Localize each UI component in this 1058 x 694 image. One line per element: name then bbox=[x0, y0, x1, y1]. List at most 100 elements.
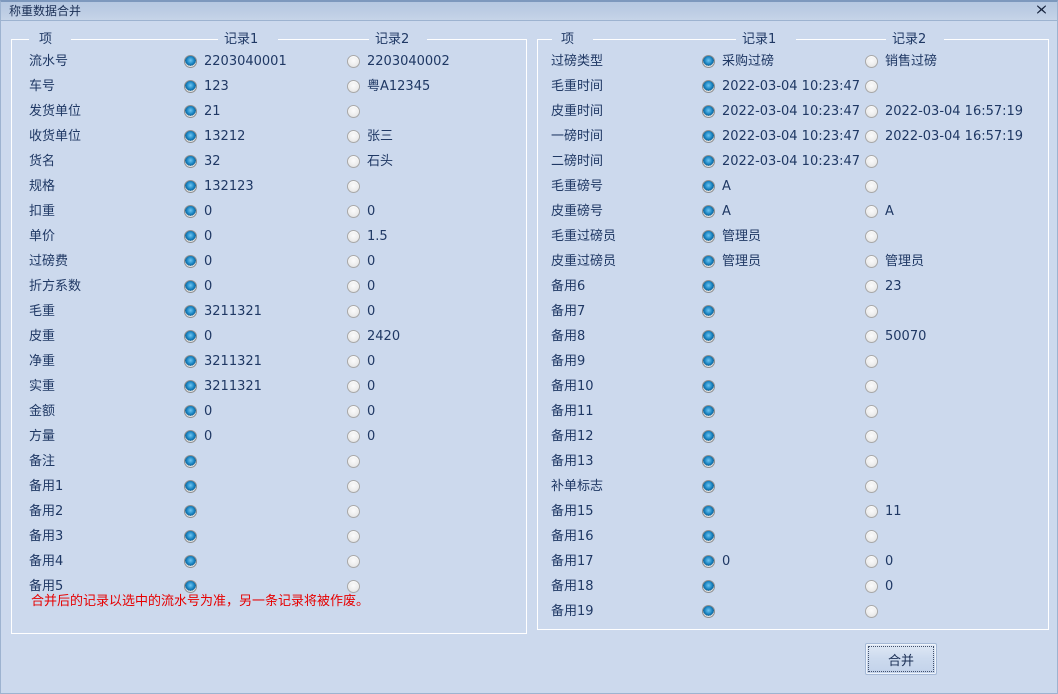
radio-button-record1[interactable] bbox=[184, 455, 197, 468]
radio-button-record1[interactable] bbox=[702, 480, 715, 493]
radio-button-record1[interactable] bbox=[184, 530, 197, 543]
radio-button-record2[interactable] bbox=[865, 405, 878, 418]
radio-button-record2[interactable] bbox=[347, 155, 360, 168]
radio-button-record2[interactable] bbox=[347, 80, 360, 93]
radio-button-record2[interactable] bbox=[347, 380, 360, 393]
radio-button-record1[interactable] bbox=[702, 255, 715, 268]
radio-button-record2[interactable] bbox=[347, 130, 360, 143]
radio-button-record1[interactable] bbox=[184, 155, 197, 168]
radio-button-record2[interactable] bbox=[865, 580, 878, 593]
radio-button-record1[interactable] bbox=[184, 230, 197, 243]
cell-value: 21 bbox=[204, 104, 221, 119]
radio-button-record2[interactable] bbox=[347, 230, 360, 243]
radio-button-record1[interactable] bbox=[184, 130, 197, 143]
radio-button-record1[interactable] bbox=[184, 55, 197, 68]
radio-button-record1[interactable] bbox=[184, 430, 197, 443]
radio-button-record1[interactable] bbox=[184, 280, 197, 293]
radio-button-record2[interactable] bbox=[865, 355, 878, 368]
radio-button-record2[interactable] bbox=[347, 305, 360, 318]
radio-button-record1[interactable] bbox=[184, 105, 197, 118]
radio-button-record2[interactable] bbox=[347, 405, 360, 418]
radio-button-record2[interactable] bbox=[865, 80, 878, 93]
radio-button-record1[interactable] bbox=[702, 155, 715, 168]
radio-button-record2[interactable] bbox=[865, 480, 878, 493]
radio-button-record1[interactable] bbox=[702, 430, 715, 443]
radio-button-record2[interactable] bbox=[865, 255, 878, 268]
radio-button-record2[interactable] bbox=[347, 105, 360, 118]
radio-button-record1[interactable] bbox=[702, 555, 715, 568]
record-cell-1 bbox=[702, 449, 722, 474]
radio-button-record2[interactable] bbox=[865, 105, 878, 118]
table-row: 备用2 bbox=[11, 499, 527, 524]
radio-button-record2[interactable] bbox=[347, 480, 360, 493]
radio-button-record2[interactable] bbox=[347, 555, 360, 568]
radio-button-record1[interactable] bbox=[702, 380, 715, 393]
radio-button-record2[interactable] bbox=[865, 305, 878, 318]
radio-button-record2[interactable] bbox=[865, 430, 878, 443]
radio-button-record1[interactable] bbox=[702, 80, 715, 93]
close-icon[interactable] bbox=[1033, 4, 1049, 19]
radio-button-record1[interactable] bbox=[702, 455, 715, 468]
radio-button-record2[interactable] bbox=[347, 205, 360, 218]
radio-button-record2[interactable] bbox=[347, 530, 360, 543]
radio-button-record1[interactable] bbox=[184, 305, 197, 318]
radio-button-record1[interactable] bbox=[184, 405, 197, 418]
radio-button-record1[interactable] bbox=[184, 580, 197, 593]
record-cell-1: 0 bbox=[184, 224, 212, 249]
radio-button-record1[interactable] bbox=[184, 380, 197, 393]
radio-button-record1[interactable] bbox=[702, 280, 715, 293]
radio-button-record2[interactable] bbox=[865, 130, 878, 143]
radio-button-record1[interactable] bbox=[184, 555, 197, 568]
radio-button-record1[interactable] bbox=[702, 305, 715, 318]
radio-button-record1[interactable] bbox=[702, 55, 715, 68]
radio-button-record1[interactable] bbox=[702, 105, 715, 118]
merge-button[interactable]: 合并 bbox=[865, 643, 937, 675]
record-cell-1: 3211321 bbox=[184, 349, 262, 374]
radio-button-record1[interactable] bbox=[702, 505, 715, 518]
radio-button-record2[interactable] bbox=[865, 230, 878, 243]
radio-button-record2[interactable] bbox=[865, 330, 878, 343]
record-cell-1: 132123 bbox=[184, 174, 254, 199]
radio-button-record1[interactable] bbox=[702, 530, 715, 543]
radio-button-record1[interactable] bbox=[184, 480, 197, 493]
radio-button-record2[interactable] bbox=[347, 255, 360, 268]
radio-button-record2[interactable] bbox=[865, 555, 878, 568]
radio-button-record2[interactable] bbox=[865, 155, 878, 168]
radio-button-record2[interactable] bbox=[865, 605, 878, 618]
radio-button-record2[interactable] bbox=[347, 580, 360, 593]
radio-button-record1[interactable] bbox=[184, 180, 197, 193]
radio-button-record1[interactable] bbox=[184, 80, 197, 93]
radio-button-record1[interactable] bbox=[702, 330, 715, 343]
radio-button-record2[interactable] bbox=[865, 455, 878, 468]
radio-button-record2[interactable] bbox=[347, 180, 360, 193]
radio-button-record1[interactable] bbox=[702, 130, 715, 143]
radio-button-record1[interactable] bbox=[184, 355, 197, 368]
radio-button-record2[interactable] bbox=[347, 280, 360, 293]
radio-button-record2[interactable] bbox=[865, 180, 878, 193]
radio-button-record2[interactable] bbox=[865, 205, 878, 218]
radio-button-record2[interactable] bbox=[865, 505, 878, 518]
record-cell-2: 0 bbox=[347, 274, 375, 299]
radio-button-record1[interactable] bbox=[184, 205, 197, 218]
radio-button-record2[interactable] bbox=[347, 355, 360, 368]
radio-button-record2[interactable] bbox=[865, 530, 878, 543]
radio-button-record1[interactable] bbox=[702, 230, 715, 243]
radio-button-record1[interactable] bbox=[702, 205, 715, 218]
radio-button-record1[interactable] bbox=[184, 505, 197, 518]
radio-button-record2[interactable] bbox=[347, 330, 360, 343]
radio-button-record2[interactable] bbox=[347, 455, 360, 468]
radio-button-record2[interactable] bbox=[347, 430, 360, 443]
radio-button-record1[interactable] bbox=[702, 355, 715, 368]
radio-button-record2[interactable] bbox=[347, 55, 360, 68]
radio-button-record2[interactable] bbox=[865, 280, 878, 293]
radio-button-record1[interactable] bbox=[702, 405, 715, 418]
radio-button-record1[interactable] bbox=[702, 180, 715, 193]
radio-button-record1[interactable] bbox=[184, 255, 197, 268]
radio-button-record2[interactable] bbox=[865, 55, 878, 68]
cell-value: 0 bbox=[204, 279, 213, 294]
radio-button-record1[interactable] bbox=[184, 330, 197, 343]
radio-button-record1[interactable] bbox=[702, 580, 715, 593]
radio-button-record2[interactable] bbox=[347, 505, 360, 518]
radio-button-record2[interactable] bbox=[865, 380, 878, 393]
radio-button-record1[interactable] bbox=[702, 605, 715, 618]
